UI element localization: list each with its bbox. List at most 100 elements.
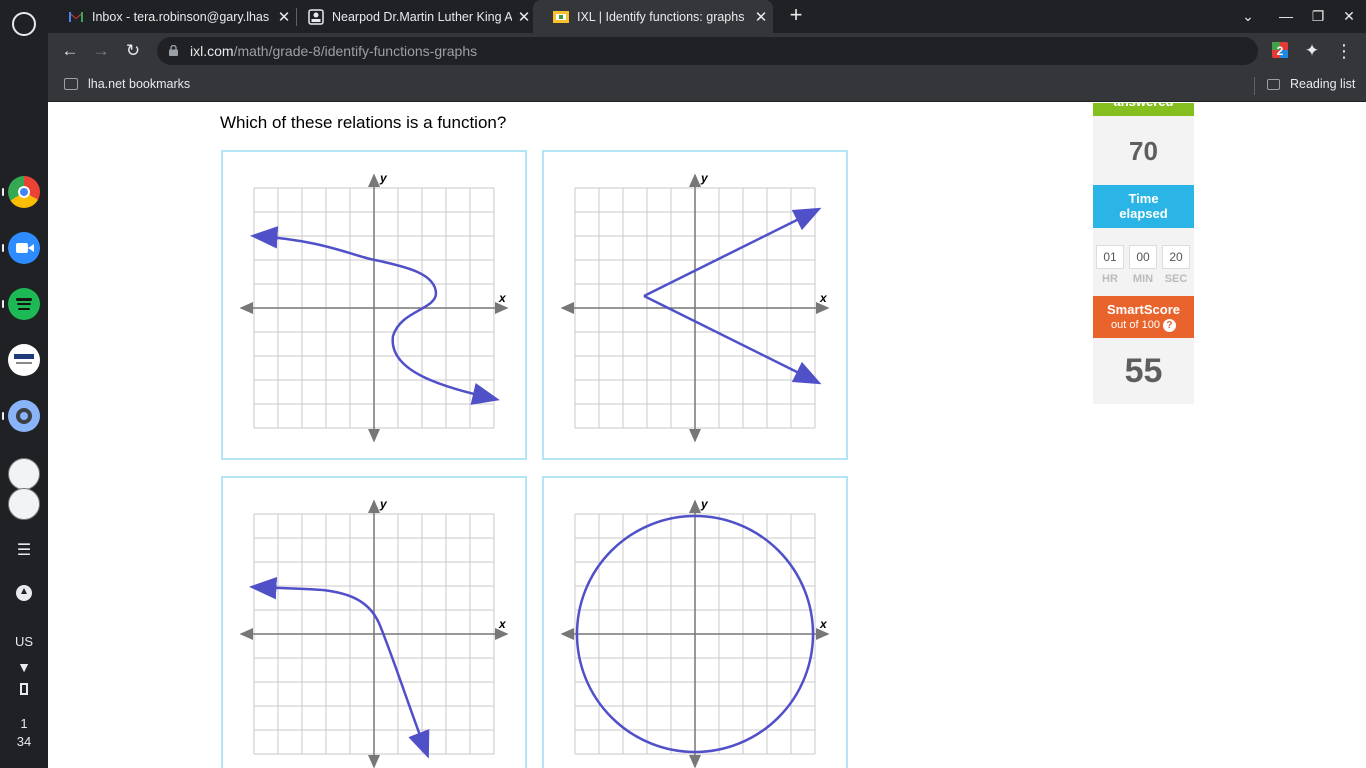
url-text[interactable]: ixl.com/math/grade-8/identify-functions-… — [190, 43, 477, 59]
x-axis-label: x — [498, 291, 507, 305]
wifi-icon[interactable]: ▼ — [0, 659, 48, 675]
spotify-icon[interactable] — [8, 288, 40, 320]
download-status-icon[interactable] — [16, 585, 32, 601]
bookmark-folder-lha[interactable]: lha.net bookmarks — [64, 77, 190, 91]
url-path: /math/grade-8/identify-functions-graphs — [233, 43, 478, 59]
smartscore-title: SmartScore — [1107, 302, 1180, 317]
smartscore-subtitle: out of 100? — [1093, 319, 1194, 332]
graph-circle: xy — [560, 497, 830, 768]
restore-icon[interactable]: ❐ — [1308, 6, 1328, 26]
reading-list-icon — [1267, 78, 1280, 90]
battery-icon[interactable] — [0, 683, 48, 695]
forward-icon[interactable]: → — [89, 39, 113, 63]
reload-icon[interactable]: ↻ — [121, 39, 145, 63]
relation-curve — [374, 258, 500, 405]
y-axis-label: y — [700, 171, 709, 185]
zoom-icon[interactable] — [8, 232, 40, 264]
running-indicator — [2, 300, 4, 308]
questions-answered-value: 70 — [1093, 116, 1194, 186]
clock-minute[interactable]: 34 — [0, 734, 48, 749]
timer-seconds-label: SEC — [1164, 273, 1188, 285]
running-indicator — [2, 188, 4, 196]
back-icon[interactable]: ← — [58, 39, 82, 63]
running-indicator — [2, 244, 4, 252]
x-axis-label: x — [498, 617, 507, 631]
close-window-icon[interactable]: ✕ — [1339, 6, 1359, 26]
address-bar[interactable]: ixl.com/math/grade-8/identify-functions-… — [157, 37, 1258, 65]
menu-kebab-icon[interactable]: ⋮ — [1332, 39, 1356, 63]
running-indicator — [2, 412, 4, 420]
bookmark-label: lha.net bookmarks — [88, 77, 191, 91]
timer-hours-value: 01 — [1096, 245, 1124, 269]
help-icon[interactable]: ? — [1162, 319, 1176, 332]
graph-s-curve: xy — [239, 171, 509, 443]
tab-title: IXL | Identify functions: graphs | I — [577, 9, 749, 24]
gmail-icon — [69, 11, 83, 22]
launcher-icon[interactable] — [12, 12, 36, 36]
playlist-icon[interactable]: ☰ — [0, 540, 48, 560]
axes — [560, 173, 830, 443]
ixl-page: Which of these relations is a function? … — [48, 103, 1366, 768]
time-elapsed-box: 01 HR 00 MIN 20 SEC — [1093, 228, 1194, 296]
relation-curve — [322, 588, 430, 759]
new-tab-icon[interactable]: + — [786, 4, 806, 26]
svg-text:2: 2 — [1277, 44, 1284, 58]
window-stack-icon-2[interactable] — [8, 488, 40, 520]
extension-badge-icon[interactable]: 2 — [1271, 41, 1289, 59]
y-axis-label: y — [700, 497, 709, 511]
extensions-puzzle-icon[interactable]: ✦ — [1300, 39, 1324, 63]
clock-hour[interactable]: 1 — [0, 716, 48, 731]
x-axis-label: x — [819, 617, 828, 631]
answer-choice-4[interactable]: xy — [542, 476, 848, 768]
timer-seconds-value: 20 — [1162, 245, 1190, 269]
timer-seconds: 20 SEC — [1162, 245, 1190, 285]
bookmarks-divider — [1254, 77, 1255, 95]
chrome-icon[interactable] — [8, 176, 40, 208]
question-prompt: Which of these relations is a function? — [220, 113, 507, 132]
smartscore-out-of: out of 100 — [1111, 319, 1160, 331]
y-axis-label: y — [379, 171, 388, 185]
smartscore-value: 55 — [1093, 338, 1194, 404]
smartscore-header: SmartScore out of 100? — [1093, 296, 1194, 338]
questions-answered-header: answered — [1093, 103, 1194, 116]
keyboard-locale[interactable]: US — [0, 634, 48, 649]
time-elapsed-header: Time elapsed — [1093, 185, 1194, 228]
ixl-icon — [553, 10, 569, 23]
url-host: ixl.com — [190, 43, 234, 59]
answer-choice-3[interactable]: xy — [221, 476, 527, 768]
tab-search-chevron-icon[interactable]: ⌄ — [1238, 6, 1258, 26]
y-axis-label: y — [379, 497, 388, 511]
axes — [239, 173, 509, 443]
tab-title: Nearpod Dr.Martin Luther King A — [332, 9, 512, 24]
os-shelf: ☰ US ▼ 1 34 — [0, 0, 48, 768]
axes — [239, 499, 509, 768]
tab-gmail[interactable]: Inbox - tera.robinson@gary.lhas ✕ — [48, 0, 296, 33]
tab-nearpod[interactable]: Nearpod Dr.Martin Luther King A ✕ — [288, 0, 536, 33]
time-label-line2: elapsed — [1119, 206, 1168, 221]
timer-hours: 01 HR — [1096, 245, 1124, 285]
relation-curve-left — [250, 226, 376, 262]
close-tab-icon[interactable]: ✕ — [749, 8, 773, 26]
time-label-line1: Time — [1128, 191, 1159, 206]
x-axis-label: x — [819, 291, 828, 305]
tab-title: Inbox - tera.robinson@gary.lhas — [92, 9, 270, 24]
reading-list-label: Reading list — [1290, 77, 1356, 91]
graph-decreasing-curve: xy — [239, 497, 509, 768]
tab-strip: Inbox - tera.robinson@gary.lhas ✕ Nearpo… — [48, 0, 1366, 33]
timer-minutes-value: 00 — [1129, 245, 1157, 269]
graph-sideways-v: xy — [560, 171, 830, 443]
pearson-app-icon[interactable] — [8, 344, 40, 376]
tab-ixl[interactable]: IXL | Identify functions: graphs | I ✕ — [533, 0, 773, 33]
axes — [560, 499, 830, 768]
answer-choice-2[interactable]: xy — [542, 150, 848, 460]
settings-gear-icon[interactable] — [8, 400, 40, 432]
minimize-icon[interactable]: — — [1276, 6, 1296, 26]
lock-icon[interactable] — [169, 45, 178, 56]
browser-toolbar: ← → ↻ ixl.com/math/grade-8/identify-func… — [48, 33, 1366, 69]
timer-minutes-label: MIN — [1132, 273, 1154, 285]
reading-list-button[interactable]: Reading list — [1267, 77, 1355, 91]
nearpod-icon — [308, 8, 324, 25]
window-stack-icon[interactable] — [8, 458, 40, 490]
answer-choice-1[interactable]: xy — [221, 150, 527, 460]
folder-icon — [64, 78, 78, 90]
